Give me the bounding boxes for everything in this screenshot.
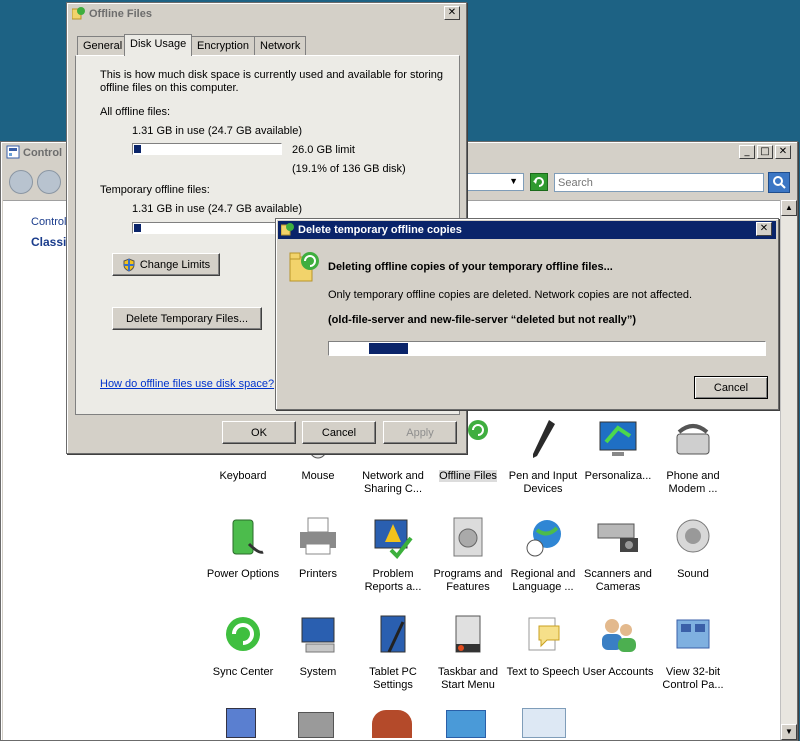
scanner-icon xyxy=(597,523,638,552)
pen-icon xyxy=(533,420,555,458)
taskbar-icon xyxy=(455,615,481,653)
address-dropdown-icon[interactable]: ▼ xyxy=(509,176,518,186)
delete-temp-files-button[interactable]: Delete Temporary Files... xyxy=(112,307,262,330)
search-input[interactable] xyxy=(554,173,764,192)
delete-dialog-info: Only temporary offline copies are delete… xyxy=(328,289,693,301)
cp-icon-power-options[interactable]: Power Options xyxy=(205,514,281,581)
cp-icon-system[interactable]: System xyxy=(280,612,356,679)
phone-icon xyxy=(676,424,710,455)
intro-line-1: This is how much disk space is currently… xyxy=(100,69,443,81)
battery-icon xyxy=(232,519,264,555)
cp-icon-scanners-cameras[interactable]: Scanners and Cameras xyxy=(580,514,656,594)
all-files-usage: 1.31 GB in use (24.7 GB available) xyxy=(132,125,302,137)
control-panel-app-icon xyxy=(6,145,20,162)
offline-files-app-icon xyxy=(71,6,86,23)
cp-icon-partial-3[interactable] xyxy=(372,710,412,738)
cp-icon-personalization[interactable]: Personaliza... xyxy=(580,416,656,483)
cp-icon-sound[interactable]: Sound xyxy=(655,514,731,581)
users-icon xyxy=(602,619,636,652)
cp-icon-sync-center[interactable]: Sync Center xyxy=(205,612,281,679)
sync-icon xyxy=(226,617,260,651)
temp-files-usage-fill xyxy=(134,224,142,232)
speech-icon xyxy=(528,617,560,651)
intro-line-2: offline files on this computer. xyxy=(100,82,239,94)
delete-progress-fill xyxy=(369,343,409,354)
offline-files-close-button[interactable]: ✕ xyxy=(444,6,460,20)
cp-icon-partial-1[interactable] xyxy=(226,708,256,738)
uac-shield-icon xyxy=(123,257,135,272)
cp-icon-partial-2[interactable] xyxy=(298,712,334,738)
tab-encryption[interactable]: Encryption xyxy=(191,36,255,55)
cp-icon-regional-language[interactable]: Regional and Language ... xyxy=(505,514,581,594)
cp-icon-tablet-pc[interactable]: Tablet PC Settings xyxy=(355,612,431,692)
change-limits-button[interactable]: Change Limits xyxy=(112,253,220,276)
delete-dialog-window: Delete temporary offline copies ✕ Deleti… xyxy=(275,218,779,410)
problem-reports-icon xyxy=(374,519,413,560)
cp-icon-partial-5[interactable] xyxy=(522,708,566,738)
breadcrumb[interactable]: Control xyxy=(31,216,66,228)
disk-space-help-link[interactable]: How do offline files use disk space? xyxy=(100,378,274,390)
cp-icon-phone-modem[interactable]: Phone and Modem ... xyxy=(655,416,731,496)
cp-icon-printers[interactable]: Printers xyxy=(280,514,356,581)
cp-icon-partial-4[interactable] xyxy=(446,710,486,738)
computer-icon xyxy=(301,617,335,653)
offline-folder-sync-icon xyxy=(288,249,322,286)
temp-files-usage-bar xyxy=(132,222,282,234)
delete-dialog-app-icon xyxy=(280,222,295,239)
cp-icon-text-to-speech[interactable]: Text to Speech xyxy=(505,612,581,679)
cp-icon-pen-input[interactable]: Pen and Input Devices xyxy=(505,416,581,496)
tablet-icon xyxy=(380,615,406,653)
programs-icon xyxy=(453,517,483,557)
delete-dialog-titlebar[interactable]: Delete temporary offline copies ✕ xyxy=(278,221,776,239)
all-files-label: All offline files: xyxy=(100,106,171,118)
control-panel-title: Control xyxy=(23,147,63,159)
scroll-up-button[interactable]: ▲ xyxy=(781,200,797,216)
cp-icon-user-accounts[interactable]: User Accounts xyxy=(580,612,656,679)
cancel-button[interactable]: Cancel xyxy=(302,421,376,444)
limit-text: 26.0 GB limit xyxy=(292,144,355,156)
delete-dialog-servers: (old-file-server and new-file-server “de… xyxy=(328,314,637,326)
vertical-scrollbar[interactable]: ▲ ▼ xyxy=(780,200,797,740)
tab-disk-usage[interactable]: Disk Usage xyxy=(124,34,193,56)
temp-files-usage: 1.31 GB in use (24.7 GB available) xyxy=(132,203,302,215)
delete-dialog-close-button[interactable]: ✕ xyxy=(756,222,772,236)
minimize-button[interactable]: _ xyxy=(739,145,755,159)
address-bar[interactable]: ▼ xyxy=(466,173,524,191)
printer-icon xyxy=(300,517,336,555)
offline-files-title: Offline Files xyxy=(89,8,152,20)
monitor-icon xyxy=(599,421,637,456)
delete-progress-bar xyxy=(328,341,766,356)
delete-dialog-heading: Deleting offline copies of your temporar… xyxy=(328,261,613,273)
cp-icon-programs-features[interactable]: Programs and Features xyxy=(430,514,506,594)
limit-percent-text: (19.1% of 136 GB disk) xyxy=(292,163,406,175)
ok-button[interactable]: OK xyxy=(222,421,296,444)
all-files-usage-fill xyxy=(134,145,142,153)
maximize-button[interactable]: □ xyxy=(757,145,773,159)
cp-icon-view-32bit[interactable]: View 32-bit Control Pa... xyxy=(655,612,731,692)
delete-dialog-title: Delete temporary offline copies xyxy=(298,224,462,236)
tab-general[interactable]: General xyxy=(77,36,129,55)
temp-files-label: Temporary offline files: xyxy=(100,184,210,196)
cp-icon-taskbar-start[interactable]: Taskbar and Start Menu xyxy=(430,612,506,692)
delete-dialog-cancel-button[interactable]: Cancel xyxy=(694,376,768,399)
apply-button[interactable]: Apply xyxy=(383,421,457,444)
all-files-usage-bar xyxy=(132,143,282,155)
close-button[interactable]: ✕ xyxy=(775,145,791,159)
back-button[interactable] xyxy=(9,170,33,194)
forward-button[interactable] xyxy=(37,170,61,194)
refresh-icon[interactable] xyxy=(530,173,548,191)
search-icon[interactable] xyxy=(768,172,790,193)
globe-clock-icon xyxy=(526,520,561,557)
cp-icon-problem-reports[interactable]: Problem Reports a... xyxy=(355,514,431,594)
tab-network[interactable]: Network xyxy=(254,36,307,55)
offline-files-titlebar[interactable]: Offline Files ✕ xyxy=(69,5,464,23)
control-panel-icon xyxy=(676,619,710,649)
speaker-icon xyxy=(676,519,710,553)
